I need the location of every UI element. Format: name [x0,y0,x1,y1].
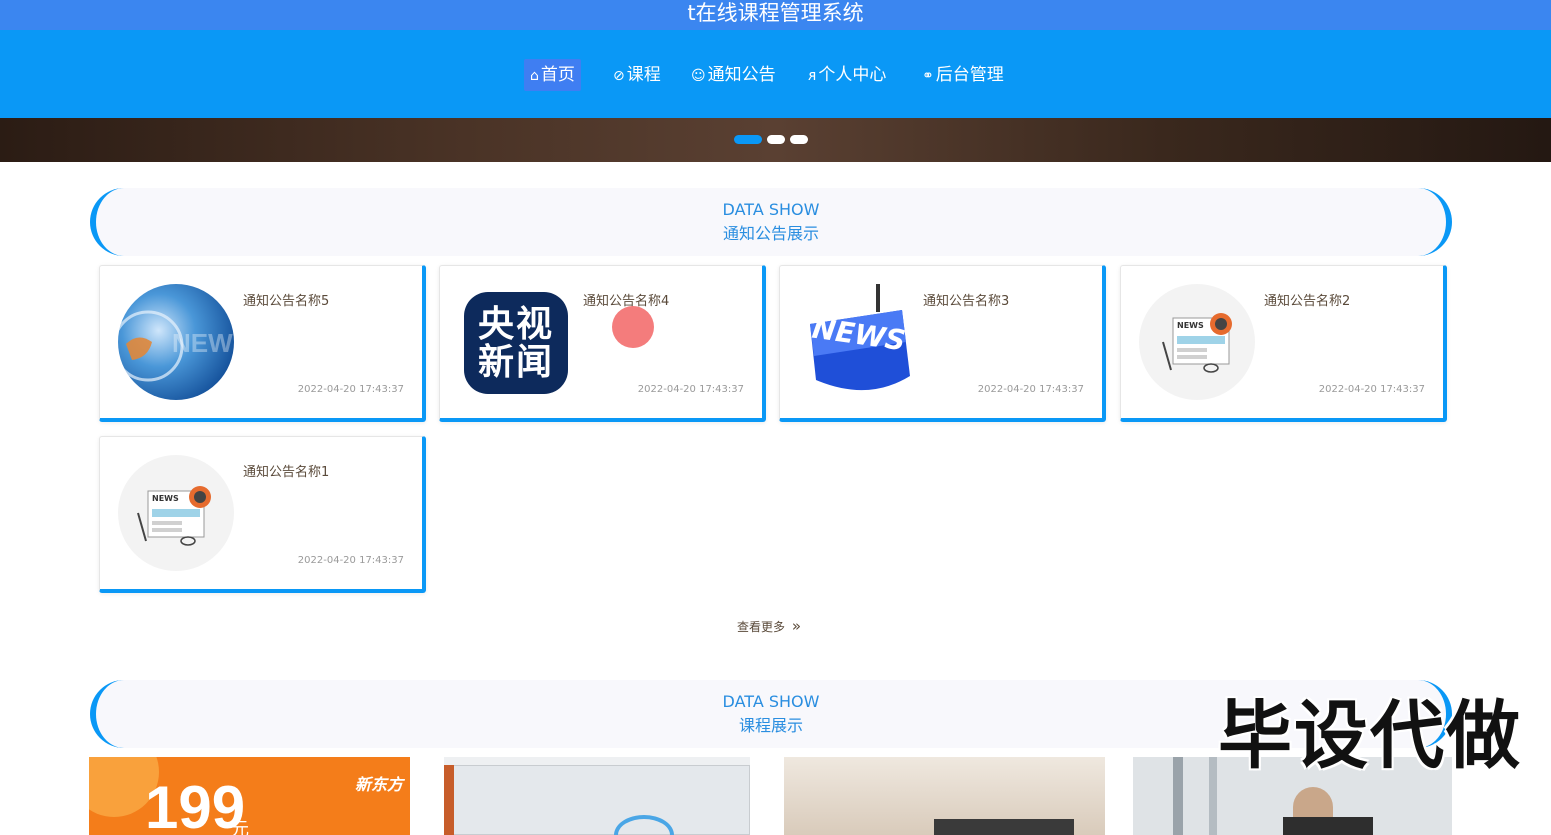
newspaper-text: NEWS [152,494,179,503]
globe-news-image: NEW [118,284,234,400]
carousel-dot-2[interactable] [767,135,785,144]
notice-card[interactable]: 央视新闻 通知公告名称4 2022-04-20 17:43:37 [439,265,766,422]
course-card[interactable] [784,757,1105,835]
news-keycap-image: NEWS [798,284,914,400]
nav-menu: ⌂ 首页 ⊘ 课程 ☺ 通知公告 ᴙ 个人中心 ⚭ 后台管理 [0,59,1551,91]
notice-time: 2022-04-20 17:43:37 [977,384,1084,395]
promo-brand: 新东方 [355,775,404,794]
newspaper-illustration: NEWS [118,455,234,571]
carousel-dot-3[interactable] [790,135,808,144]
smile-icon: ☺ [691,68,706,84]
notice-card[interactable]: NEWS 通知公告名称3 2022-04-20 17:43:37 [779,265,1106,422]
view-more-link[interactable]: 查看更多 » [737,617,801,635]
notice-time: 2022-04-20 17:43:37 [1318,384,1425,395]
promo-poster-image: 199 元 新东方 [89,757,410,835]
app-title-bar: t在线课程管理系统 [0,0,1551,30]
nav-item-notices[interactable]: ☺ 通知公告 [685,59,782,91]
newspaper-illustration: NEWS [1139,284,1255,400]
notice-card[interactable]: NEWS 通知公告名称2 2022-04-20 17:43:37 [1120,265,1447,422]
link-icon: ⊘ [613,68,625,84]
double-chevron-right-icon: » [791,617,802,635]
promo-unit: 元 [231,819,249,835]
click-indicator [612,306,654,348]
course-card[interactable] [444,757,750,835]
cctv-news-logo: 央视新闻 [458,284,574,400]
notice-title: 通知公告名称3 [923,294,1010,309]
notices-section-heading: DATA SHOW 通知公告展示 [90,188,1452,256]
classroom-image [784,757,1105,835]
app-title: t在线课程管理系统 [687,1,864,25]
textbook-box-image [444,757,750,835]
notice-title: 通知公告名称1 [243,465,330,480]
notice-time: 2022-04-20 17:43:37 [297,384,404,395]
notice-title: 通知公告名称5 [243,294,330,309]
nav-item-admin[interactable]: ⚭ 后台管理 [916,59,1010,91]
nav-item-profile[interactable]: ᴙ 个人中心 [802,59,892,91]
nav-item-courses[interactable]: ⊘ 课程 [607,59,667,91]
link-icon: ⚭ [922,68,934,84]
carousel-dot-1[interactable] [734,135,762,144]
user-icon: ᴙ [808,68,817,84]
notice-title: 通知公告名称2 [1264,294,1351,309]
cctv-logo-text: 央视新闻 [478,304,555,383]
newspaper-text: NEWS [1177,321,1204,330]
section-title-cn: 通知公告展示 [722,224,819,243]
main-navbar: ⌂ 首页 ⊘ 课程 ☺ 通知公告 ᴙ 个人中心 ⚭ 后台管理 [0,30,1551,118]
watermark-text: 毕设代做 [1218,693,1522,779]
nav-item-home[interactable]: ⌂ 首页 [524,59,581,91]
svg-text:NEW: NEW [172,328,233,358]
view-more-label: 查看更多 [737,620,786,634]
section-title-en: DATA SHOW [722,200,820,219]
notice-card[interactable]: NEWS 通知公告名称1 2022-04-20 17:43:37 [99,436,426,593]
course-card[interactable]: 199 元 新东方 [89,757,410,835]
carousel-banner[interactable] [0,118,1551,162]
home-icon: ⌂ [530,68,539,84]
notice-time: 2022-04-20 17:43:37 [297,555,404,566]
notice-card[interactable]: NEW 通知公告名称5 2022-04-20 17:43:37 [99,265,426,422]
notice-time: 2022-04-20 17:43:37 [637,384,744,395]
